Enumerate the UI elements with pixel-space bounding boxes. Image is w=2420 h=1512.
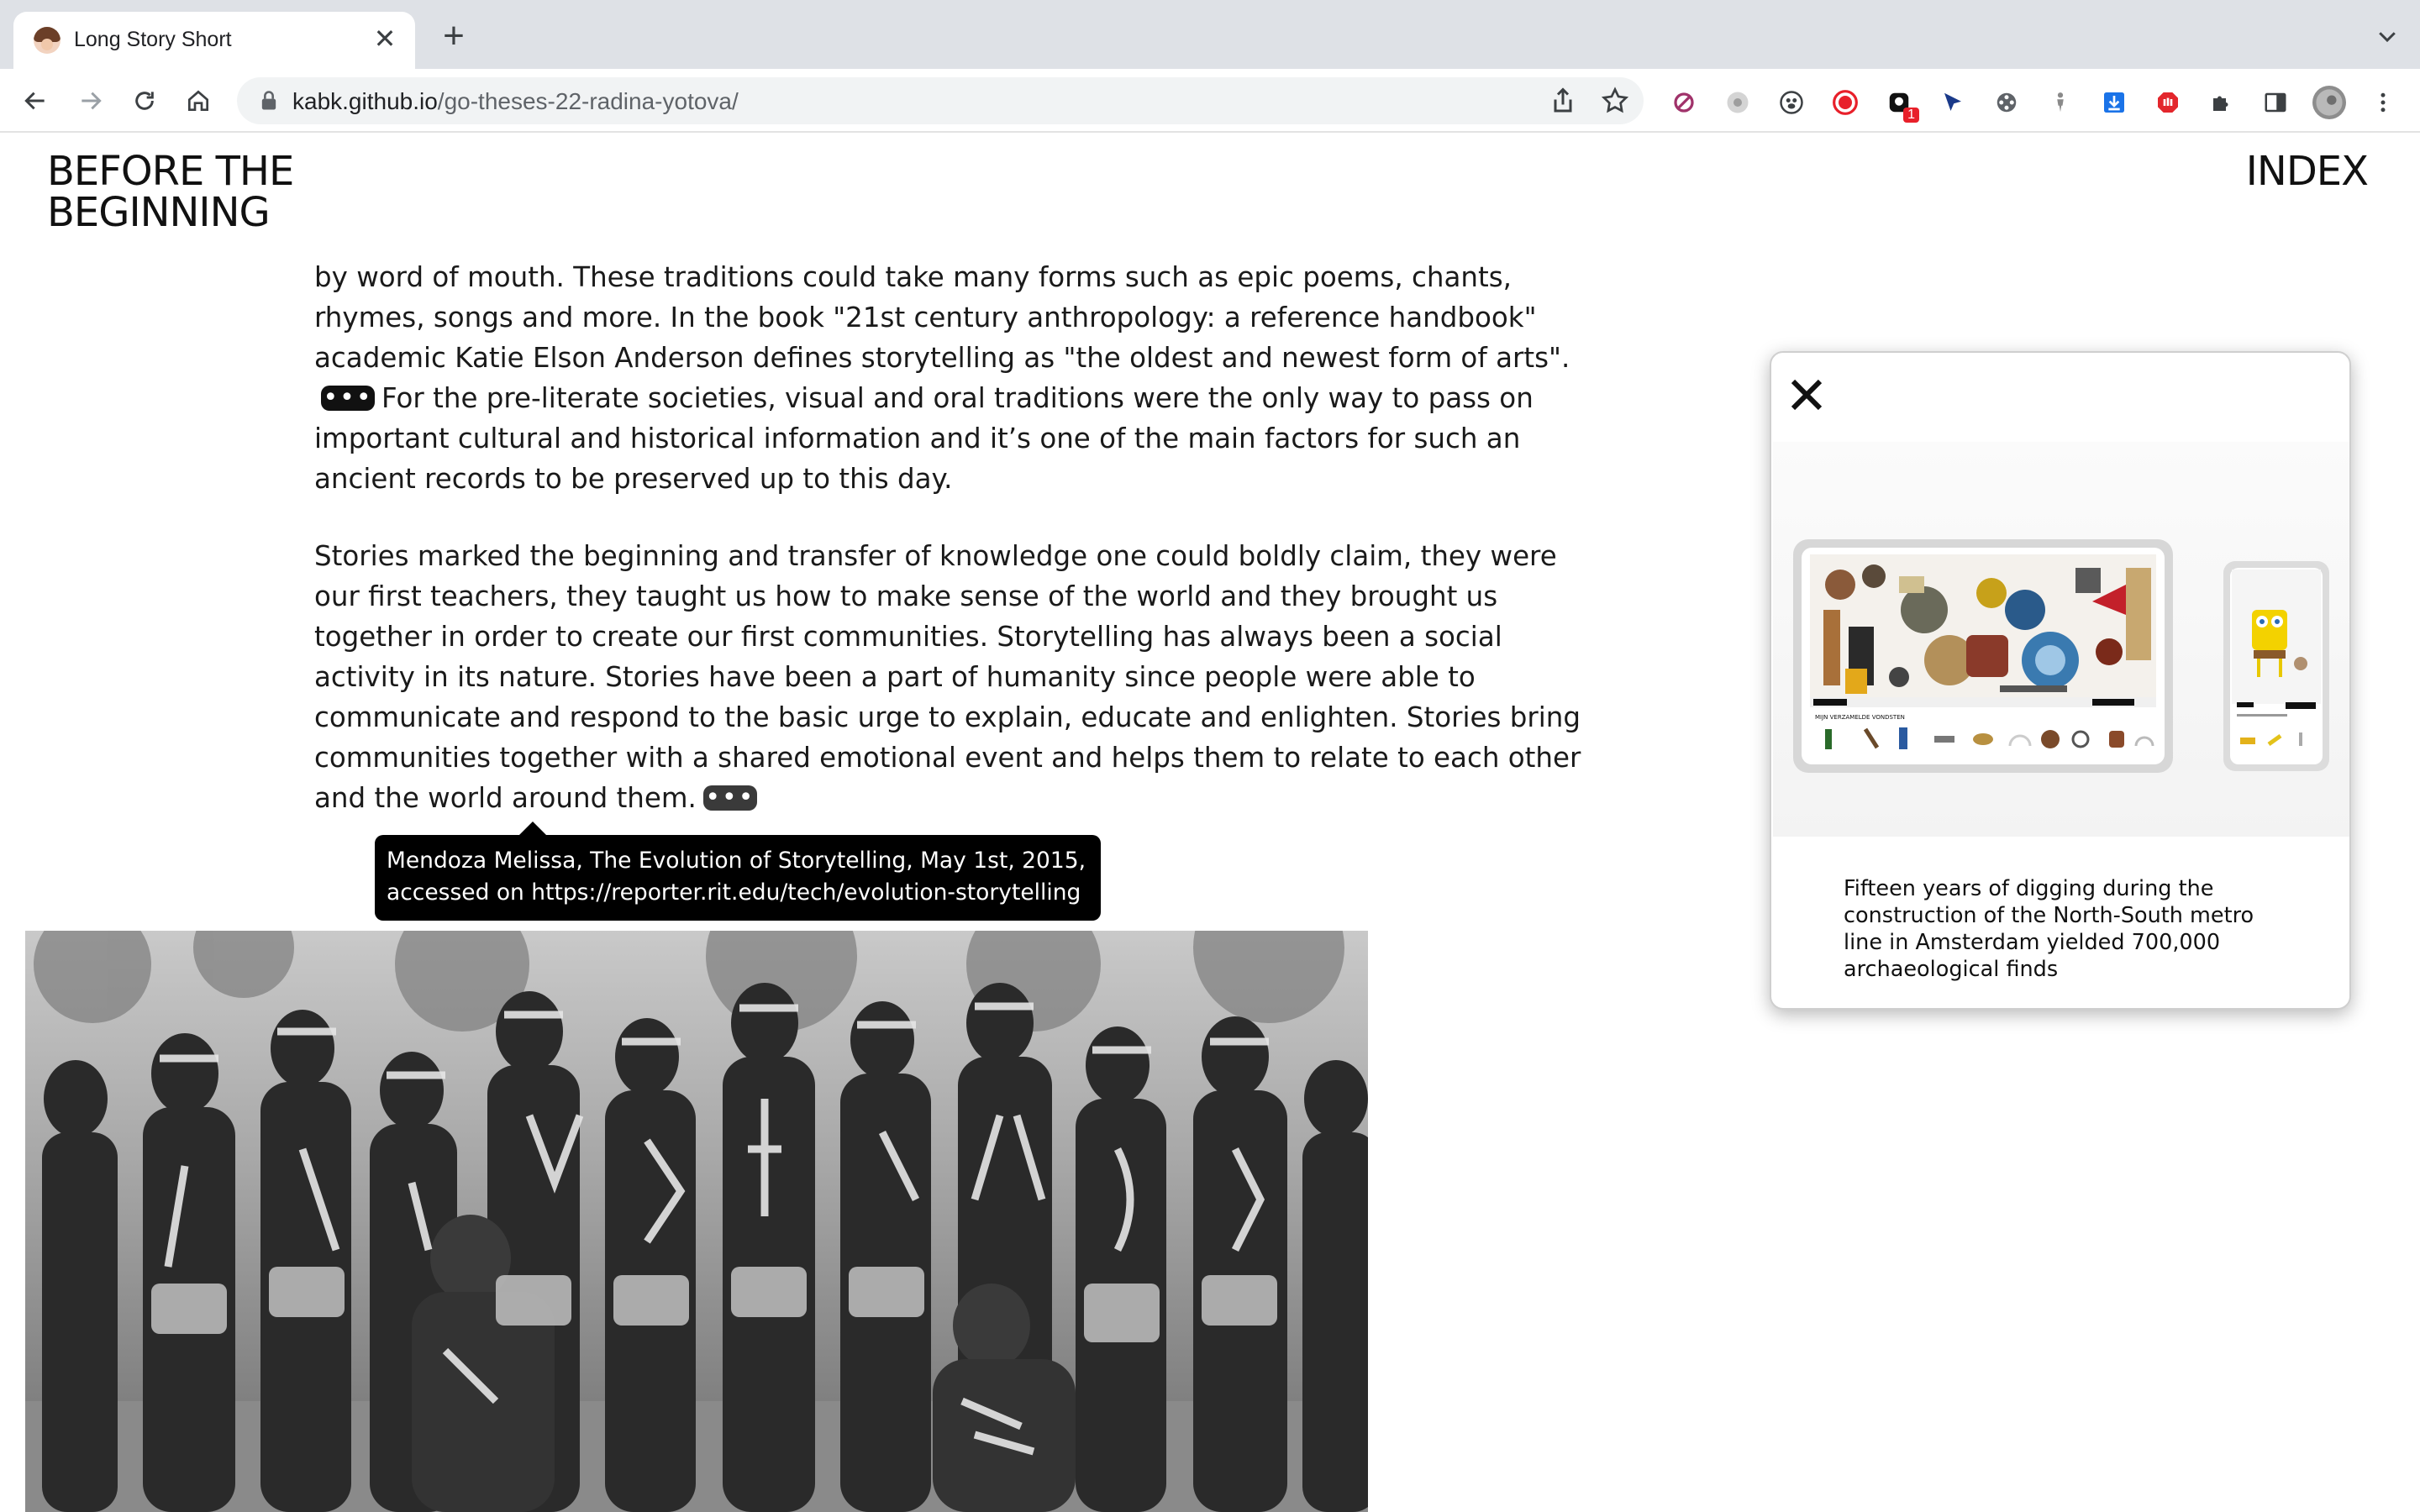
- puzzle-icon[interactable]: [2207, 87, 2237, 118]
- bookmark-star-icon[interactable]: [1600, 86, 1630, 116]
- person-icon[interactable]: [2045, 87, 2075, 118]
- photo-illustration: [25, 931, 1368, 1512]
- tooltip-line2: accessed on https://reporter.rit.edu/tec…: [387, 879, 1081, 906]
- paragraph-text: Stories marked the beginning and transfe…: [314, 540, 1581, 814]
- storytelling-photo: [25, 931, 1368, 1512]
- index-link[interactable]: INDEX: [2246, 151, 2369, 192]
- url-host: kabk.github.io: [292, 88, 438, 114]
- app-mockup-illustration: MIJN VERZAMELDE VONDSTEN: [1793, 539, 2329, 773]
- paragraph-text: by word of mouth. These traditions could…: [314, 261, 1570, 374]
- site-title[interactable]: BEFORE THE BEGINNING: [47, 151, 350, 234]
- download-icon[interactable]: [2099, 87, 2129, 118]
- tab-search-chevron-icon[interactable]: [2375, 24, 2400, 49]
- tab-title: Long Story Short: [74, 28, 232, 51]
- footnote-button-active[interactable]: [702, 778, 757, 818]
- url-path: /go-theses-22-radina-yotova/: [437, 88, 739, 114]
- record-icon[interactable]: [1830, 87, 1860, 118]
- browser-tab[interactable]: Long Story Short ✕: [13, 12, 415, 69]
- article-body: by word of mouth. These traditions could…: [314, 257, 1608, 855]
- article-paragraph: by word of mouth. These traditions could…: [314, 257, 1608, 499]
- modal-caption: Fifteen years of digging during the cons…: [1844, 876, 2254, 982]
- sidebar-icon[interactable]: [2260, 87, 2291, 118]
- address-bar[interactable]: kabk.github.io/go-theses-22-radina-yotov…: [237, 77, 1644, 124]
- modal-screenshot: MIJN VERZAMELDE VONDSTEN: [1773, 442, 2349, 837]
- kebab-menu-icon[interactable]: [2368, 87, 2398, 118]
- back-arrow-icon[interactable]: [17, 82, 54, 119]
- browser-toolbar: kabk.github.io/go-theses-22-radina-yotov…: [0, 69, 2420, 133]
- new-tab-button[interactable]: +: [437, 18, 471, 55]
- forward-arrow-icon[interactable]: [72, 82, 109, 119]
- mockup-label: MIJN VERZAMELDE VONDSTEN: [1815, 714, 1905, 721]
- tab-close-icon[interactable]: ✕: [370, 24, 400, 54]
- hand-icon[interactable]: [2153, 87, 2183, 118]
- notification-icon[interactable]: 1: [1884, 87, 1919, 123]
- grey-circle-icon[interactable]: [1723, 87, 1753, 118]
- site-title-line2: BEGINNING: [47, 189, 271, 236]
- share-icon[interactable]: [1548, 86, 1578, 116]
- paw-icon[interactable]: [1776, 87, 1807, 118]
- article-paragraph: Stories marked the beginning and transfe…: [314, 536, 1608, 818]
- footnote-tooltip: Mendoza Melissa, The Evolution of Storyt…: [375, 822, 1101, 921]
- blocker-icon[interactable]: [1669, 87, 1699, 118]
- cursor-icon[interactable]: [1938, 87, 1968, 118]
- close-icon[interactable]: [1786, 375, 1827, 415]
- browser-tab-bar: Long Story Short ✕ +: [0, 0, 2420, 69]
- url-text[interactable]: kabk.github.io/go-theses-22-radina-yotov…: [292, 88, 739, 115]
- footnote-button[interactable]: [321, 378, 375, 418]
- tab-favicon-icon: [34, 27, 60, 54]
- film-icon[interactable]: [1991, 87, 2022, 118]
- paragraph-text: For the pre-literate societies, visual a…: [314, 382, 1534, 495]
- lock-icon[interactable]: [257, 89, 281, 113]
- reload-icon[interactable]: [126, 82, 163, 119]
- site-title-line1: BEFORE THE: [47, 148, 294, 195]
- profile-avatar-icon[interactable]: [2312, 86, 2346, 119]
- image-modal: MIJN VERZAMELDE VONDSTEN Fifteen years o…: [1770, 351, 2351, 1010]
- home-icon[interactable]: [180, 82, 217, 119]
- tooltip-line1: Mendoza Melissa, The Evolution of Storyt…: [387, 848, 1086, 874]
- notification-badge: 1: [1903, 108, 1919, 123]
